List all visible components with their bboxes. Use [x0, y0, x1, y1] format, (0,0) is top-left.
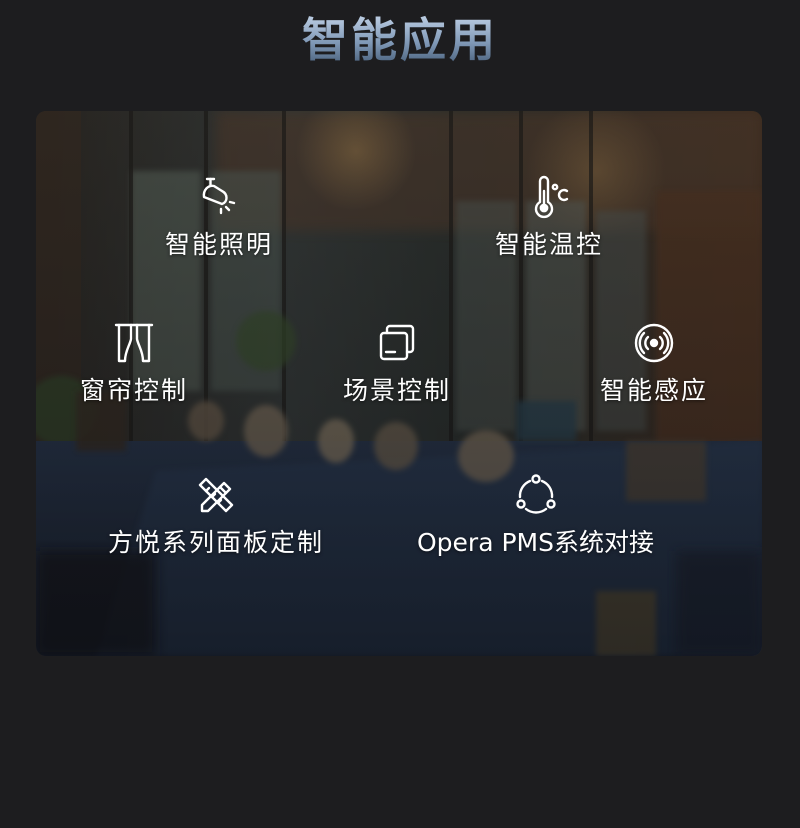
feature-scene-control: 场景控制	[343, 319, 451, 407]
feature-panel-customization: 方悦系列面板定制	[108, 471, 324, 559]
thermometer-icon	[525, 173, 573, 221]
page-title: 智能应用	[0, 10, 800, 70]
feature-smart-temperature: 智能温控	[495, 173, 603, 261]
feature-opera-pms-integration: Opera PMS系统对接	[417, 471, 654, 559]
lighting-icon	[195, 173, 243, 221]
feature-label: 方悦系列面板定制	[108, 528, 325, 557]
feature-smart-lighting: 智能照明	[165, 173, 273, 261]
feature-smart-sensing: 智能感应	[600, 319, 708, 407]
system-link-icon	[512, 471, 560, 519]
feature-curtain-control: 窗帘控制	[80, 319, 188, 407]
feature-label: 智能感应	[600, 376, 709, 405]
scene-icon	[373, 319, 421, 367]
hotel-lobby-card: 智能照明 智能温控 窗帘控制 场景控制 智能感应 方悦系列面板定制 Opera …	[36, 111, 762, 656]
sensor-icon	[630, 319, 678, 367]
curtain-icon	[110, 319, 158, 367]
feature-label: 智能温控	[495, 230, 604, 259]
feature-label: 窗帘控制	[80, 376, 189, 405]
feature-label: Opera PMS系统对接	[417, 528, 654, 557]
design-tools-icon	[192, 471, 240, 519]
page: 智能应用 智能照明 智能温控 窗帘控制 场景控制 智能感应 方悦系列面板定制 O…	[0, 0, 800, 828]
feature-label: 智能照明	[165, 230, 274, 259]
feature-label: 场景控制	[343, 376, 452, 405]
